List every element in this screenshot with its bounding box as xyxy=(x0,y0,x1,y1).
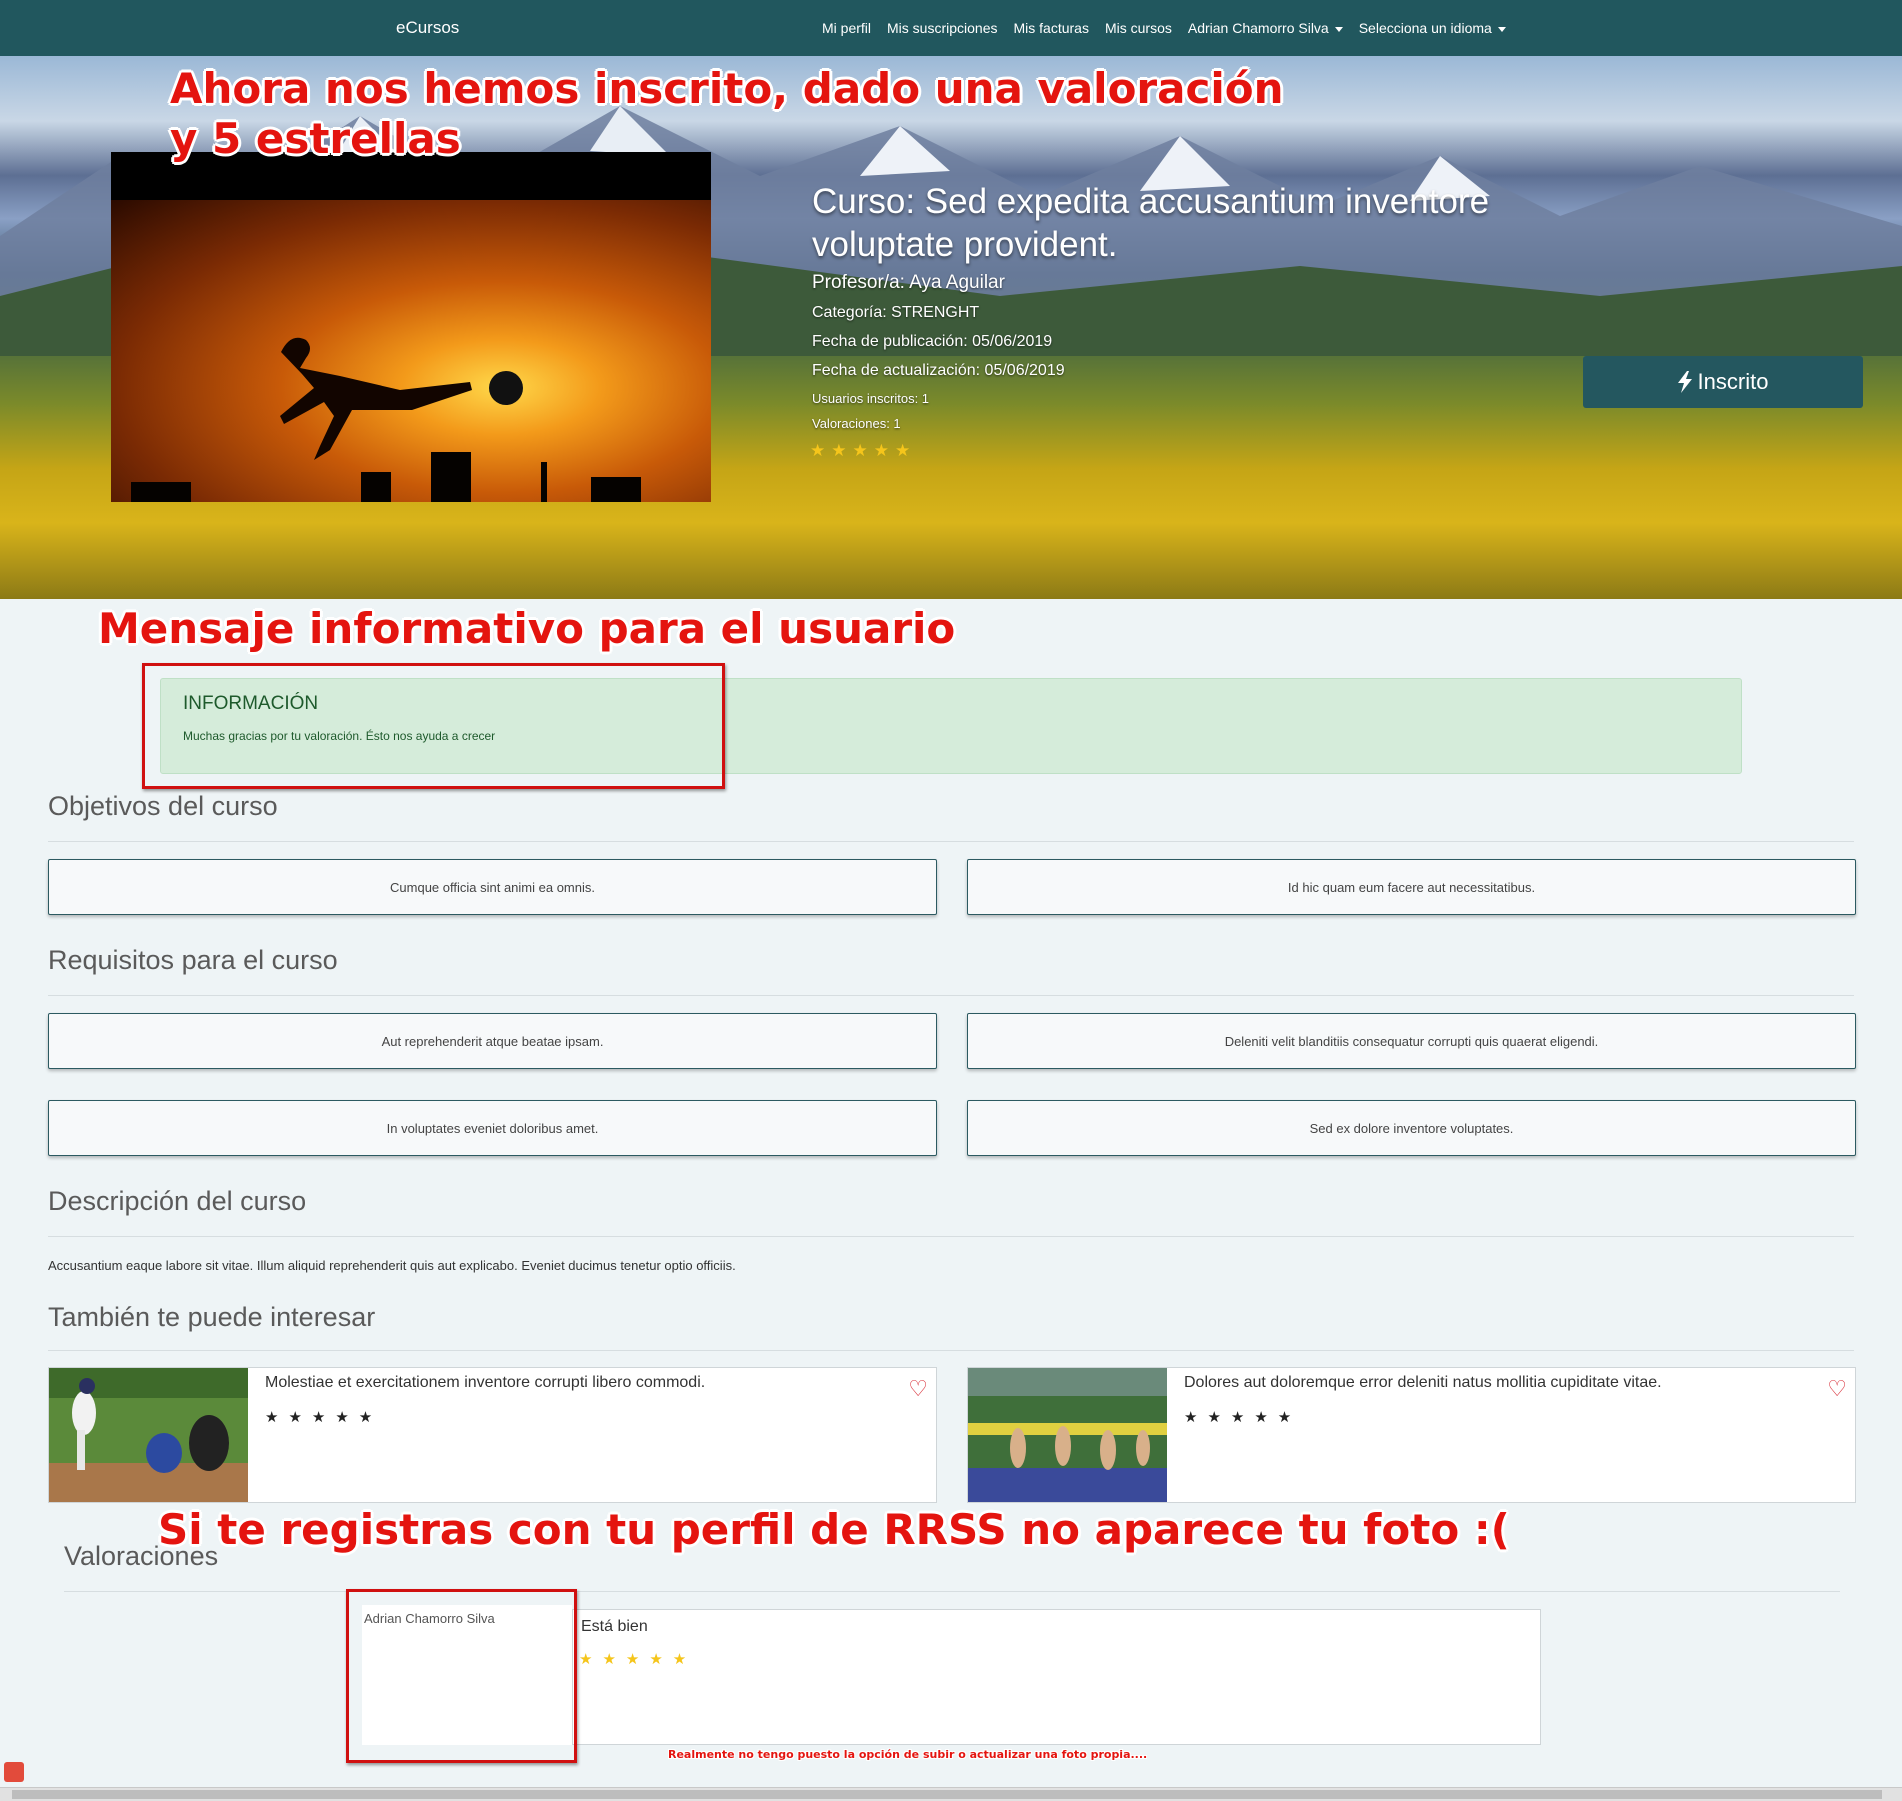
annotation-info-message: Mensaje informativo para el usuario xyxy=(98,604,956,653)
language-dropdown[interactable]: Selecciona un idioma xyxy=(1359,20,1506,36)
baseball-thumbnail xyxy=(49,1368,248,1502)
user-name: Adrian Chamorro Silva xyxy=(1187,20,1329,36)
annotation-highlight-box xyxy=(142,663,725,789)
horizontal-scrollbar[interactable] xyxy=(0,1787,1902,1801)
course-updated-date: Fecha de actualización: 05/06/2019 xyxy=(812,362,1065,379)
course-image xyxy=(111,152,711,502)
annotation-line-2: y 5 estrellas xyxy=(170,114,461,163)
divider xyxy=(48,995,1854,996)
review-stars: ★★★★★ xyxy=(579,1651,697,1668)
requirements-title: Requisitos para el curso xyxy=(48,945,338,975)
objective-item: Id hic quam eum facere aut necessitatibu… xyxy=(967,859,1856,915)
course-enrolled-count: Usuarios inscritos: 1 xyxy=(812,391,930,406)
related-course-card[interactable]: Dolores aut doloremque error deleniti na… xyxy=(967,1367,1856,1503)
divider xyxy=(48,1350,1854,1351)
annotation-rrss-photo: Si te registras con tu perfil de RRSS no… xyxy=(158,1505,1510,1554)
course-teacher: Profesor/a: Aya Aguilar xyxy=(812,272,1005,293)
bolt-icon xyxy=(1677,371,1692,393)
objective-item: Cumque officia sint animi ea omnis. xyxy=(48,859,937,915)
divider xyxy=(48,841,1854,842)
divider xyxy=(64,1591,1840,1592)
requirement-item: In voluptates eveniet doloribus amet. xyxy=(48,1100,937,1156)
requirement-item: Deleniti velit blanditiis consequatur co… xyxy=(967,1013,1856,1069)
requirement-item: Sed ex dolore inventore voluptates. xyxy=(967,1100,1856,1156)
nav-mis-suscripciones[interactable]: Mis suscripciones xyxy=(887,20,997,36)
nav-mis-facturas[interactable]: Mis facturas xyxy=(1014,20,1089,36)
brand-link[interactable]: eCursos xyxy=(396,18,459,38)
course-published-date: Fecha de publicación: 05/06/2019 xyxy=(812,333,1053,350)
chevron-down-icon xyxy=(1334,26,1343,32)
objectives-title: Objetivos del curso xyxy=(48,791,278,821)
annotation-line-1: Ahora nos hemos inscrito, dado una valor… xyxy=(170,64,1284,113)
app-icon[interactable] xyxy=(4,1762,24,1782)
athletics-thumbnail xyxy=(968,1368,1167,1502)
rating-stars: ★★★★★ xyxy=(1184,1409,1302,1426)
annotation-footnote: Realmente no tengo puesto la opción de s… xyxy=(668,1748,1148,1761)
divider xyxy=(48,1236,1854,1237)
course-rating-stars: ★★★★★ xyxy=(810,441,917,460)
heart-icon[interactable]: ♡ xyxy=(1827,1376,1847,1402)
nav-mis-cursos[interactable]: Mis cursos xyxy=(1105,20,1172,36)
course-title: Curso: Sed expedita accusantium inventor… xyxy=(812,182,1490,264)
scrollbar-thumb[interactable] xyxy=(12,1790,1882,1799)
requirement-item: Aut reprehenderit atque beatae ipsam. xyxy=(48,1013,937,1069)
related-course-card[interactable]: Molestiae et exercitationem inventore co… xyxy=(48,1367,937,1503)
review-item: Está bien ★★★★★ xyxy=(572,1609,1541,1745)
top-navbar: eCursos Mi perfil Mis suscripciones Mis … xyxy=(0,0,1902,56)
soccer-silhouette-image xyxy=(131,337,641,502)
nav-mi-perfil[interactable]: Mi perfil xyxy=(822,20,871,36)
related-title: También te puede interesar xyxy=(48,1302,376,1332)
chevron-down-icon xyxy=(1497,26,1506,32)
annotation-highlight-box xyxy=(346,1589,577,1763)
review-text: Está bien xyxy=(581,1618,648,1635)
nav-menu: Mi perfil Mis suscripciones Mis facturas… xyxy=(822,20,1506,36)
annotation-enrolled-rated: Ahora nos hemos inscrito, dado una valor… xyxy=(170,64,1284,164)
related-course-title[interactable]: Dolores aut doloremque error deleniti na… xyxy=(1184,1374,1662,1392)
heart-icon[interactable]: ♡ xyxy=(908,1376,928,1402)
enrolled-button-label: Inscrito xyxy=(1697,369,1769,394)
rating-stars: ★★★★★ xyxy=(265,1409,383,1426)
language-label: Selecciona un idioma xyxy=(1358,20,1492,36)
description-text: Accusantium eaque labore sit vitae. Illu… xyxy=(48,1258,736,1273)
course-category: Categoría: STRENGHT xyxy=(812,304,980,321)
enrolled-button[interactable]: Inscrito xyxy=(1583,356,1863,408)
user-dropdown[interactable]: Adrian Chamorro Silva xyxy=(1188,20,1343,36)
course-ratings-count: Valoraciones: 1 xyxy=(812,416,901,431)
description-title: Descripción del curso xyxy=(48,1186,307,1216)
related-course-title[interactable]: Molestiae et exercitationem inventore co… xyxy=(265,1374,705,1392)
